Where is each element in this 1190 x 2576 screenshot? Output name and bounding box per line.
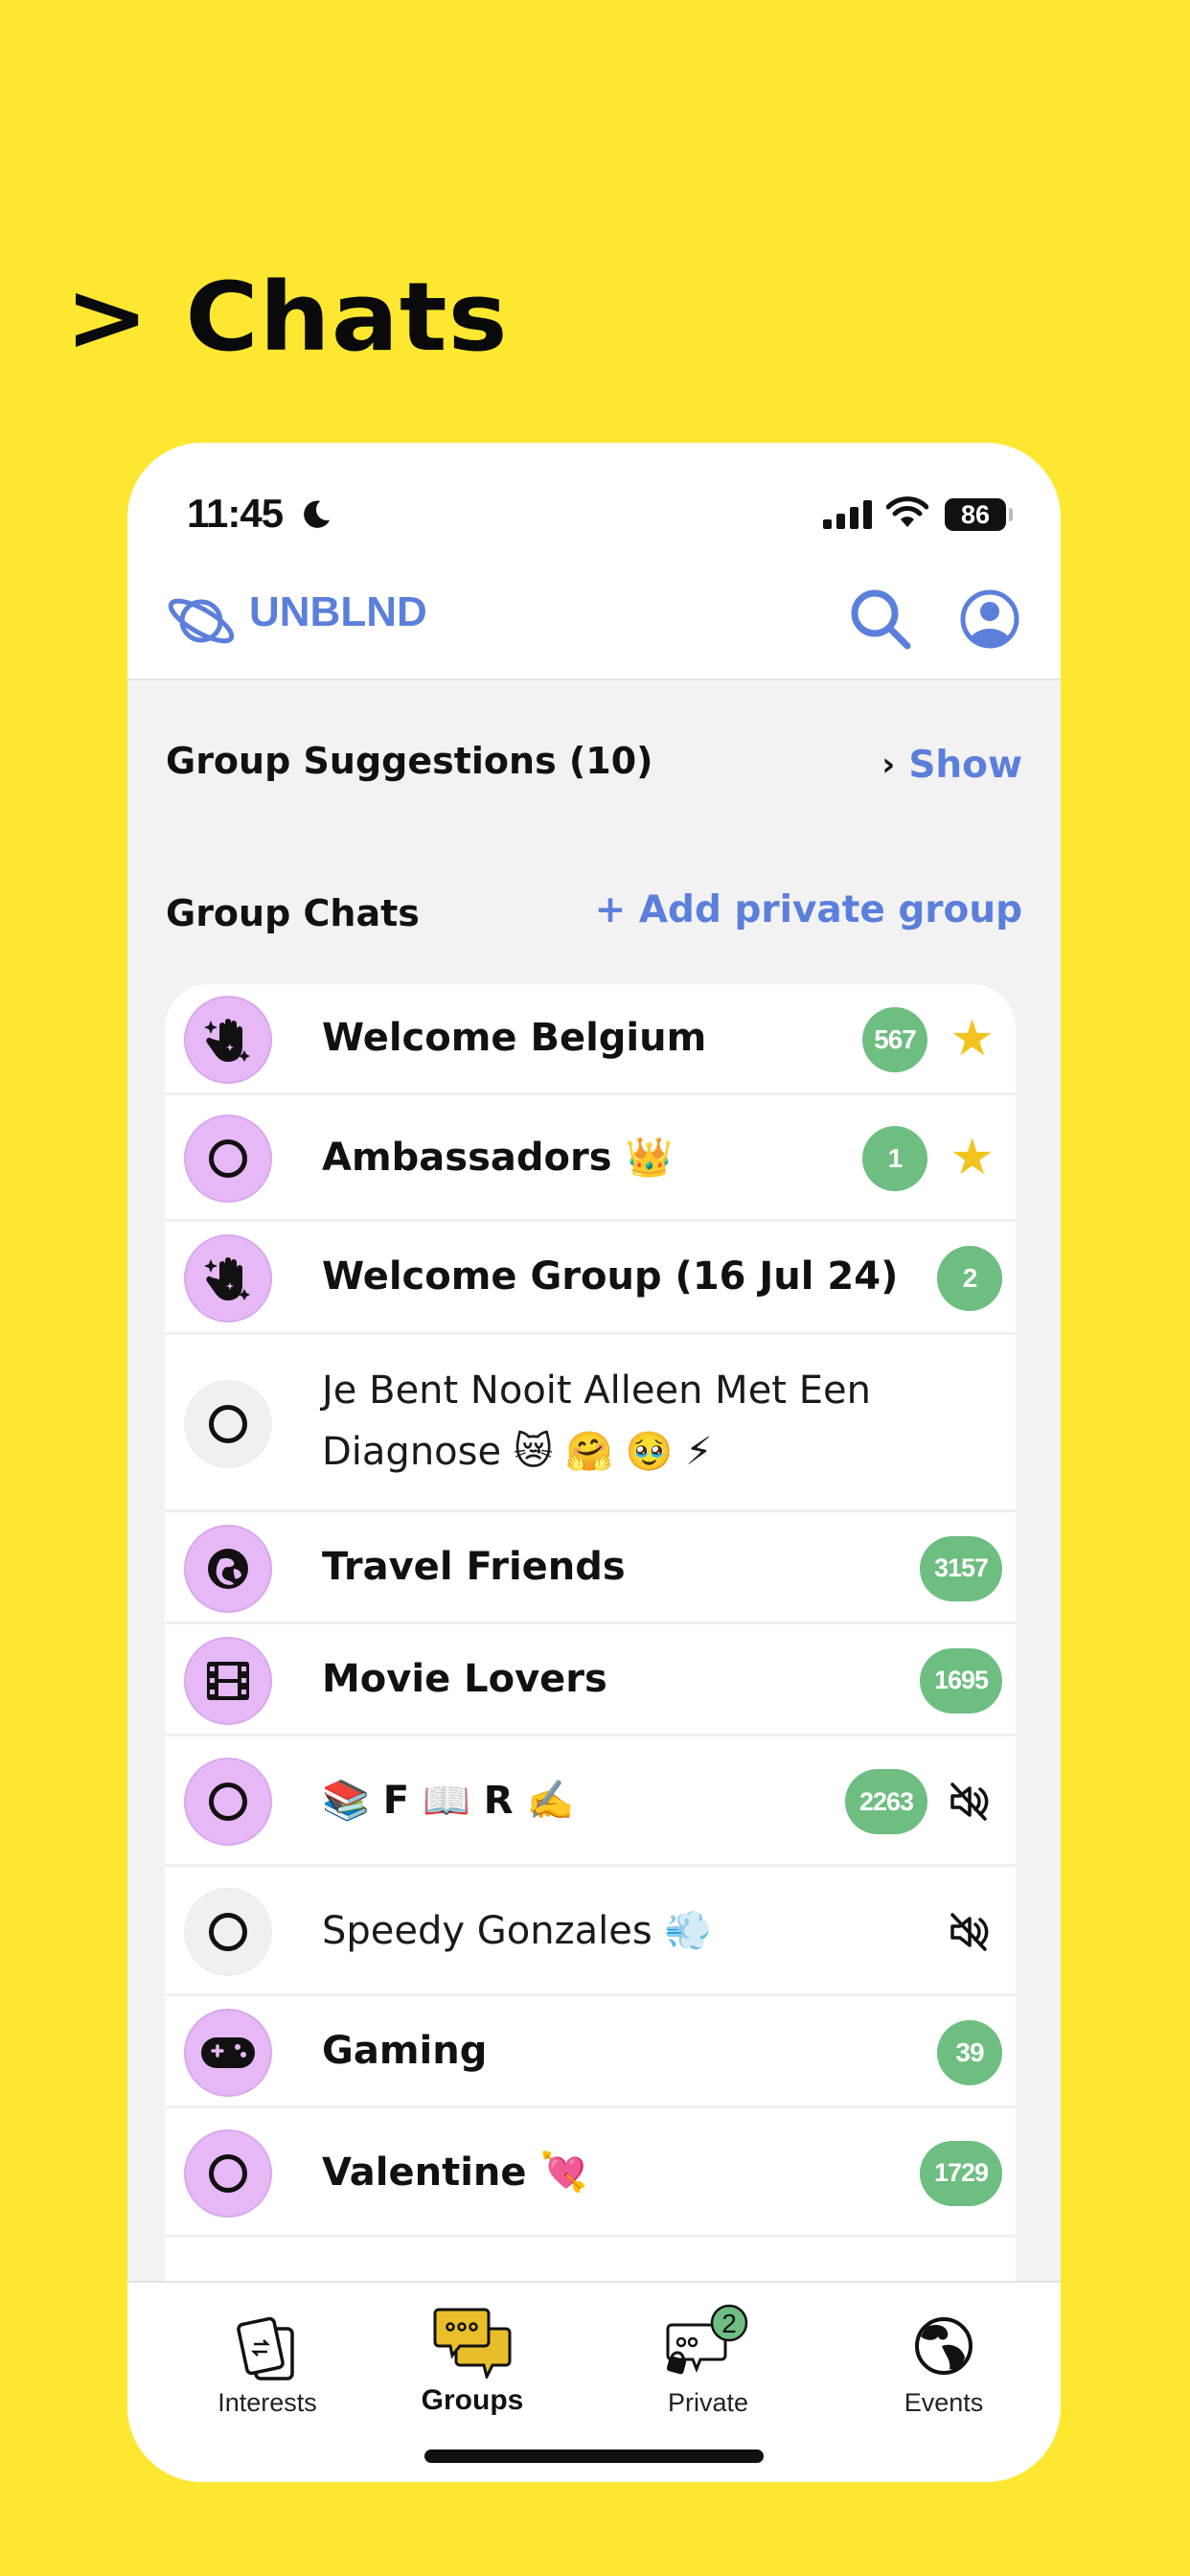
unread-count-badge: 1695 — [920, 1647, 1002, 1714]
group-avatar — [184, 1379, 272, 1468]
chat-row[interactable]: Ambassadors 👑 1 ★ — [165, 1095, 1016, 1222]
interest-cards-icon — [233, 2315, 302, 2388]
chat-row[interactable]: Valentine 💘 1729 — [165, 2108, 1016, 2238]
group-avatar — [184, 2128, 272, 2218]
status-bar: 11:45 86 — [127, 491, 1061, 548]
group-avatar — [184, 1636, 272, 1725]
profile-icon[interactable] — [959, 588, 1020, 654]
unread-count-badge: 2 — [937, 1246, 1002, 1311]
group-avatar — [184, 996, 272, 1084]
group-chats-title: Group Chats — [166, 892, 420, 934]
circle-icon — [209, 1782, 247, 1821]
chat-name-line: Diagnose 😿 🤗 🥹 ⚡ — [322, 1430, 713, 1474]
gamepad-icon — [199, 2034, 257, 2072]
unread-count-badge: 3157 — [920, 1535, 1002, 1601]
tab-label: Events — [904, 2388, 984, 2417]
circle-icon — [209, 1139, 247, 1178]
chat-name: Gaming — [322, 2028, 488, 2073]
unread-count-badge: 2263 — [845, 1769, 927, 1834]
tab-label: Interests — [217, 2388, 317, 2417]
private-chat-icon: 2 — [660, 2302, 756, 2386]
group-avatar — [184, 1887, 272, 1976]
circle-icon — [209, 1404, 247, 1443]
globe-icon — [913, 2315, 974, 2380]
globe-icon — [205, 1546, 251, 1592]
status-time: 11:45 — [187, 491, 284, 536]
page-title: > Chats — [65, 262, 509, 373]
moon-icon — [300, 498, 332, 535]
chat-name: Movie Lovers — [322, 1656, 607, 1701]
planet-logo-icon — [164, 592, 239, 654]
chat-name: Valentine 💘 — [322, 2150, 588, 2195]
group-avatar — [184, 1234, 272, 1322]
chat-name: Welcome Group (16 Jul 24) — [322, 1254, 899, 1299]
tab-interests[interactable]: Interests — [172, 2283, 363, 2436]
app-logo-text: UNBLND — [249, 588, 427, 635]
chat-name: Speedy Gonzales 💨 — [322, 1908, 713, 1953]
chat-row[interactable]: Movie Lovers 1695 — [165, 1624, 1016, 1736]
favorite-star-icon[interactable]: ★ — [950, 1014, 995, 1064]
chat-row[interactable]: Welcome Group (16 Jul 24) 2 — [165, 1222, 1016, 1335]
battery-tip — [1009, 508, 1013, 521]
group-avatar — [184, 1758, 272, 1846]
chat-row[interactable]: Travel Friends 3157 — [165, 1512, 1016, 1624]
signal-icon — [823, 500, 873, 533]
tab-private[interactable]: 2 Private — [612, 2283, 804, 2436]
hand-sparkles-icon — [200, 1012, 256, 1068]
group-suggestions-header: Group Suggestions (10) › Show — [166, 740, 1022, 797]
tab-label: Groups — [421, 2384, 524, 2416]
show-suggestions-button[interactable]: › Show — [881, 744, 1022, 787]
search-icon[interactable] — [848, 586, 913, 656]
circle-icon — [209, 2153, 247, 2193]
tab-groups[interactable]: Groups — [377, 2283, 568, 2436]
chat-name: Welcome Belgium — [322, 1016, 707, 1060]
tab-events[interactable]: Events — [848, 2283, 1040, 2436]
chat-name: 📚 F 📖 R ✍️ — [322, 1779, 575, 1823]
wifi-icon — [885, 496, 929, 533]
chat-name: Ambassadors 👑 — [322, 1136, 674, 1180]
group-avatar — [184, 1115, 272, 1203]
chat-row[interactable]: 📚 F 📖 R ✍️ 2263 — [165, 1736, 1016, 1867]
home-indicator[interactable] — [424, 2450, 764, 2463]
group-suggestions-title: Group Suggestions (10) — [166, 740, 653, 782]
circle-icon — [209, 1912, 247, 1951]
unread-count-badge: 39 — [937, 2019, 1002, 2085]
chat-row[interactable]: Je Bent Nooit Alleen Met Een Diagnose 😿 🤗… — [165, 1335, 1016, 1512]
chat-name-line: Je Bent Nooit Alleen Met Een — [322, 1368, 871, 1413]
private-unread-badge: 2 — [721, 2309, 737, 2338]
tab-label: Private — [667, 2388, 749, 2417]
battery-indicator: 86 — [945, 498, 1006, 531]
group-chat-list: Welcome Belgium 567 ★ Ambassadors 👑 1 ★ Welcom… — [165, 984, 1016, 2326]
app-header: UNBLND — [127, 586, 1061, 663]
unread-count-badge: 567 — [862, 1007, 927, 1072]
add-private-group-button[interactable]: + Add private group — [595, 888, 1022, 932]
group-chats-header: Group Chats + Add private group — [166, 888, 1022, 946]
chat-name: Je Bent Nooit Alleen Met Een Diagnose 😿 🤗… — [322, 1360, 871, 1483]
chat-row[interactable]: Gaming 39 — [165, 1996, 1016, 2108]
muted-speaker-icon — [947, 1911, 989, 1957]
group-avatar — [184, 2008, 272, 2097]
group-avatar — [184, 1524, 272, 1613]
group-chat-icon — [431, 2306, 514, 2382]
chat-row[interactable]: Welcome Belgium 567 ★ — [165, 984, 1016, 1095]
show-suggestions-label: Show — [908, 744, 1022, 787]
unread-count-badge: 1 — [862, 1126, 927, 1191]
favorite-star-icon[interactable]: ★ — [950, 1133, 995, 1183]
top-bar: 11:45 86 UNBLND — [127, 443, 1061, 680]
unread-count-badge: 1729 — [920, 2140, 1002, 2206]
hand-sparkles-icon — [200, 1251, 256, 1306]
phone-screen: 11:45 86 UNBLND Group Suggestions (10) ›… — [127, 443, 1061, 2482]
chat-name: Travel Friends — [322, 1544, 626, 1589]
film-icon — [205, 1660, 251, 1702]
chat-row[interactable]: Speedy Gonzales 💨 — [165, 1867, 1016, 1996]
muted-speaker-icon — [947, 1781, 989, 1827]
chevron-right-icon: › — [881, 746, 896, 784]
